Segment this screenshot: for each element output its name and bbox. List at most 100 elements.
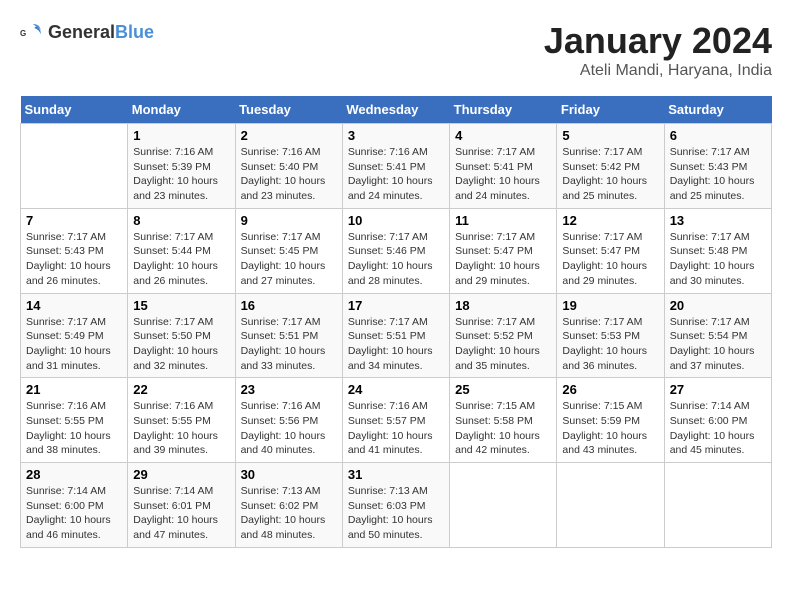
table-row: 23Sunrise: 7:16 AM Sunset: 5:56 PM Dayli… xyxy=(235,378,342,463)
day-number: 11 xyxy=(455,213,551,228)
day-info: Sunrise: 7:16 AM Sunset: 5:41 PM Dayligh… xyxy=(348,145,444,204)
day-number: 9 xyxy=(241,213,337,228)
table-row: 13 Sunrise: 7:17 AM Sunset: 5:48 PM Dayli… xyxy=(664,208,771,293)
day-info: Sunrise: 7:16 AM Sunset: 5:55 PM Dayligh… xyxy=(133,399,229,458)
table-row: 5 Sunrise: 7:17 AM Sunset: 5:42 PM Daylig… xyxy=(557,124,664,209)
day-number: 5 xyxy=(562,128,658,143)
svg-text:G: G xyxy=(20,29,26,38)
day-number: 31 xyxy=(348,467,444,482)
day-number: 27 xyxy=(670,382,766,397)
table-row: 3 Sunrise: 7:16 AM Sunset: 5:41 PM Daylig… xyxy=(342,124,449,209)
page-header: G GeneralBlue January 2024 Ateli Mandi, … xyxy=(20,20,772,80)
table-row: 24 Sunrise: 7:16 AM Sunset: 5:57 PM Dayli… xyxy=(342,378,449,463)
day-info: Sunrise: 7:16 AM Sunset: 5:57 PM Dayligh… xyxy=(348,399,444,458)
col-wednesday: Wednesday xyxy=(342,96,449,124)
day-info: Sunrise: 7:17 AM Sunset: 5:49 PM Dayligh… xyxy=(26,315,122,374)
day-number: 19 xyxy=(562,298,658,313)
table-row: 31 Sunrise: 7:13 AM Sunset: 6:03 PM Dayli… xyxy=(342,463,449,548)
day-number: 22 xyxy=(133,382,229,397)
table-row: 2 Sunrise: 7:16 AM Sunset: 5:40 PM Daylig… xyxy=(235,124,342,209)
day-info: Sunrise: 7:17 AM Sunset: 5:47 PM Dayligh… xyxy=(455,230,551,289)
day-number: 17 xyxy=(348,298,444,313)
day-info: Sunrise: 7:17 AM Sunset: 5:48 PM Dayligh… xyxy=(670,230,766,289)
table-row: 29 Sunrise: 7:14 AM Sunset: 6:01 PM Dayli… xyxy=(128,463,235,548)
col-thursday: Thursday xyxy=(450,96,557,124)
day-number: 16 xyxy=(241,298,337,313)
logo-blue: Blue xyxy=(115,22,154,42)
table-row xyxy=(664,463,771,548)
day-info: Sunrise: 7:17 AM Sunset: 5:52 PM Dayligh… xyxy=(455,315,551,374)
day-number: 21 xyxy=(26,382,122,397)
calendar-week-row: 7 Sunrise: 7:17 AM Sunset: 5:43 PM Daylig… xyxy=(21,208,772,293)
day-info: Sunrise: 7:17 AM Sunset: 5:45 PM Dayligh… xyxy=(241,230,337,289)
day-number: 3 xyxy=(348,128,444,143)
day-info: Sunrise: 7:14 AM Sunset: 6:01 PM Dayligh… xyxy=(133,484,229,543)
day-number: 2 xyxy=(241,128,337,143)
day-number: 18 xyxy=(455,298,551,313)
title-block: January 2024 Ateli Mandi, Haryana, India xyxy=(544,20,772,80)
table-row: 20Sunrise: 7:17 AM Sunset: 5:54 PM Dayli… xyxy=(664,293,771,378)
day-number: 7 xyxy=(26,213,122,228)
table-row: 7 Sunrise: 7:17 AM Sunset: 5:43 PM Daylig… xyxy=(21,208,128,293)
day-info: Sunrise: 7:17 AM Sunset: 5:42 PM Dayligh… xyxy=(562,145,658,204)
day-info: Sunrise: 7:17 AM Sunset: 5:43 PM Dayligh… xyxy=(670,145,766,204)
day-info: Sunrise: 7:17 AM Sunset: 5:44 PM Dayligh… xyxy=(133,230,229,289)
day-info: Sunrise: 7:13 AM Sunset: 6:03 PM Dayligh… xyxy=(348,484,444,543)
table-row: 10Sunrise: 7:17 AM Sunset: 5:46 PM Dayli… xyxy=(342,208,449,293)
calendar-title: January 2024 xyxy=(544,20,772,62)
day-number: 6 xyxy=(670,128,766,143)
table-row: 6 Sunrise: 7:17 AM Sunset: 5:43 PM Daylig… xyxy=(664,124,771,209)
day-number: 15 xyxy=(133,298,229,313)
day-number: 29 xyxy=(133,467,229,482)
day-info: Sunrise: 7:13 AM Sunset: 6:02 PM Dayligh… xyxy=(241,484,337,543)
calendar-week-row: 14 Sunrise: 7:17 AM Sunset: 5:49 PM Dayli… xyxy=(21,293,772,378)
day-info: Sunrise: 7:14 AM Sunset: 6:00 PM Dayligh… xyxy=(670,399,766,458)
day-info: Sunrise: 7:16 AM Sunset: 5:56 PM Dayligh… xyxy=(241,399,337,458)
day-info: Sunrise: 7:17 AM Sunset: 5:43 PM Dayligh… xyxy=(26,230,122,289)
table-row: 1 Sunrise: 7:16 AM Sunset: 5:39 PM Daylig… xyxy=(128,124,235,209)
day-info: Sunrise: 7:17 AM Sunset: 5:47 PM Dayligh… xyxy=(562,230,658,289)
day-info: Sunrise: 7:15 AM Sunset: 5:58 PM Dayligh… xyxy=(455,399,551,458)
day-info: Sunrise: 7:17 AM Sunset: 5:41 PM Dayligh… xyxy=(455,145,551,204)
day-info: Sunrise: 7:16 AM Sunset: 5:39 PM Dayligh… xyxy=(133,145,229,204)
day-number: 14 xyxy=(26,298,122,313)
table-row xyxy=(450,463,557,548)
col-tuesday: Tuesday xyxy=(235,96,342,124)
logo-icon: G xyxy=(20,20,44,44)
calendar-week-row: 21 Sunrise: 7:16 AM Sunset: 5:55 PM Dayli… xyxy=(21,378,772,463)
table-row: 9 Sunrise: 7:17 AM Sunset: 5:45 PM Daylig… xyxy=(235,208,342,293)
day-number: 13 xyxy=(670,213,766,228)
table-row: 14 Sunrise: 7:17 AM Sunset: 5:49 PM Dayli… xyxy=(21,293,128,378)
table-row: 26Sunrise: 7:15 AM Sunset: 5:59 PM Dayli… xyxy=(557,378,664,463)
table-row: 25Sunrise: 7:15 AM Sunset: 5:58 PM Dayli… xyxy=(450,378,557,463)
day-info: Sunrise: 7:16 AM Sunset: 5:55 PM Dayligh… xyxy=(26,399,122,458)
day-number: 4 xyxy=(455,128,551,143)
day-info: Sunrise: 7:17 AM Sunset: 5:46 PM Dayligh… xyxy=(348,230,444,289)
logo-general: General xyxy=(48,22,115,42)
table-row xyxy=(21,124,128,209)
day-info: Sunrise: 7:16 AM Sunset: 5:40 PM Dayligh… xyxy=(241,145,337,204)
table-row: 21 Sunrise: 7:16 AM Sunset: 5:55 PM Dayli… xyxy=(21,378,128,463)
table-row: 8Sunrise: 7:17 AM Sunset: 5:44 PM Daylig… xyxy=(128,208,235,293)
table-row: 15 Sunrise: 7:17 AM Sunset: 5:50 PM Dayli… xyxy=(128,293,235,378)
table-row: 11 Sunrise: 7:17 AM Sunset: 5:47 PM Dayli… xyxy=(450,208,557,293)
day-number: 24 xyxy=(348,382,444,397)
table-row: 18 Sunrise: 7:17 AM Sunset: 5:52 PM Dayli… xyxy=(450,293,557,378)
col-friday: Friday xyxy=(557,96,664,124)
logo: G GeneralBlue xyxy=(20,20,154,44)
table-row: 22 Sunrise: 7:16 AM Sunset: 5:55 PM Dayli… xyxy=(128,378,235,463)
day-info: Sunrise: 7:17 AM Sunset: 5:51 PM Dayligh… xyxy=(348,315,444,374)
day-info: Sunrise: 7:17 AM Sunset: 5:50 PM Dayligh… xyxy=(133,315,229,374)
table-row: 16 Sunrise: 7:17 AM Sunset: 5:51 PM Dayli… xyxy=(235,293,342,378)
table-row: 27 Sunrise: 7:14 AM Sunset: 6:00 PM Dayli… xyxy=(664,378,771,463)
col-monday: Monday xyxy=(128,96,235,124)
table-row xyxy=(557,463,664,548)
day-info: Sunrise: 7:17 AM Sunset: 5:51 PM Dayligh… xyxy=(241,315,337,374)
table-row: 30Sunrise: 7:13 AM Sunset: 6:02 PM Dayli… xyxy=(235,463,342,548)
calendar-week-row: 1 Sunrise: 7:16 AM Sunset: 5:39 PM Daylig… xyxy=(21,124,772,209)
day-number: 1 xyxy=(133,128,229,143)
day-info: Sunrise: 7:17 AM Sunset: 5:53 PM Dayligh… xyxy=(562,315,658,374)
table-row: 12Sunrise: 7:17 AM Sunset: 5:47 PM Dayli… xyxy=(557,208,664,293)
calendar-subtitle: Ateli Mandi, Haryana, India xyxy=(544,62,772,80)
day-info: Sunrise: 7:17 AM Sunset: 5:54 PM Dayligh… xyxy=(670,315,766,374)
